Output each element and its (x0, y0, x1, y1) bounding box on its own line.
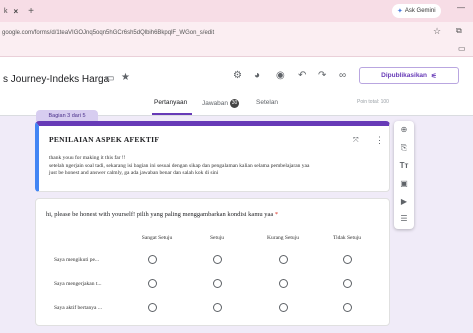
grid-radio[interactable] (148, 303, 157, 312)
grid-radio[interactable] (279, 279, 288, 288)
publish-button[interactable]: Dipublikasikan ⚟ (359, 67, 459, 84)
active-tab-indicator (152, 113, 192, 115)
url-text[interactable]: google.com/forms/d/1teaVIGOJnq5oqn5hGCr6… (0, 30, 214, 36)
gemini-spark-icon: ✦ (397, 8, 403, 15)
ask-gemini-label: Ask Gemini (404, 8, 436, 14)
redo-icon[interactable]: ↷ (318, 70, 326, 81)
grid-radio[interactable] (343, 279, 352, 288)
close-tab-icon[interactable]: × (14, 7, 19, 16)
section-indicator: Bagian 3 dari 5 (36, 110, 98, 121)
collapse-section-icon[interactable]: ⤧ (353, 137, 359, 145)
grid-column-header: Kurang Setuju (267, 235, 299, 241)
address-bar[interactable]: google.com/forms/d/1teaVIGOJnq5oqn5hGCr6… (0, 22, 473, 43)
section-description[interactable]: thank youu for making it this far !! set… (49, 155, 389, 178)
palette-icon[interactable]: ◕ (254, 70, 260, 81)
add-title-icon[interactable]: Tт (394, 161, 414, 170)
add-video-icon[interactable]: ▶ (394, 197, 414, 206)
grid-row-label: Saya aktif bertanya ... (54, 305, 102, 311)
grid-radio[interactable] (213, 279, 222, 288)
minimize-window-button[interactable]: — (457, 3, 465, 12)
tab-responses[interactable]: Jawaban 30 (202, 99, 240, 108)
new-tab-button[interactable]: + (28, 6, 34, 17)
add-image-icon[interactable]: ▣ (394, 179, 414, 188)
question-text: hi, please be honest with yourself! pili… (46, 211, 274, 218)
publish-label: Dipublikasikan (381, 72, 428, 79)
grid-column-header: Tidak Setuju (332, 235, 362, 241)
tab-settings[interactable]: Setelan (256, 99, 278, 106)
question-title[interactable]: hi, please be honest with yourself! pili… (46, 211, 278, 218)
grid-radio[interactable] (343, 255, 352, 264)
link-icon[interactable]: ∞ (339, 70, 346, 81)
grid-radio[interactable] (279, 303, 288, 312)
add-section-icon[interactable]: ☰ (394, 214, 414, 223)
extensions-icon[interactable]: ⧉ (456, 26, 462, 36)
bookmark-folder-icon[interactable]: ▭ (458, 44, 466, 53)
bookmark-star-icon[interactable]: ☆ (433, 26, 441, 37)
preview-eye-icon[interactable]: ◉ (276, 70, 285, 81)
section-header-card[interactable]: PENILAIAN ASPEK AFEKTIF ⤧ ⋮ thank youu f… (35, 121, 390, 192)
section-description-line: just be honest and answer calmly, ga ada… (49, 170, 219, 176)
grid-column-header: Sangat Setuju (141, 235, 173, 241)
section-description-line: thank youu for making it this far !! (49, 155, 126, 161)
grid-radio[interactable] (148, 279, 157, 288)
grid-radio[interactable] (213, 255, 222, 264)
points-total: Poin total: 100 (357, 99, 389, 105)
import-questions-icon[interactable]: ⎘ (394, 143, 414, 153)
grid-radio[interactable] (343, 303, 352, 312)
grid-row-label: Saya mengerjakan t... (54, 281, 102, 287)
grid-radio[interactable] (148, 255, 157, 264)
star-icon[interactable]: ★ (121, 72, 130, 83)
grid-radio[interactable] (213, 303, 222, 312)
publish-settings-icon: ⚟ (431, 72, 437, 80)
forms-header: s Journey-Indeks Harga ▭ ★ ⚙ ◕ ◉ ↶ ↷ ∞ D… (0, 57, 473, 116)
add-question-icon[interactable]: ⊕ (394, 125, 414, 134)
section-description-line: setelah ngerjain soal tadi, sekarang isi… (49, 162, 310, 169)
question-toolbar: ⊕ ⎘ Tт ▣ ▶ ☰ (394, 121, 414, 229)
question-card[interactable]: hi, please be honest with yourself! pili… (35, 198, 390, 326)
responses-count-badge: 30 (230, 99, 240, 108)
tab-questions[interactable]: Pertanyaan (154, 99, 187, 106)
more-options-icon[interactable]: ⋮ (375, 135, 384, 146)
ask-gemini-button[interactable]: ✦ Ask Gemini (392, 4, 441, 18)
browser-tab-title: k (4, 7, 8, 15)
required-asterisk: * (274, 211, 279, 218)
bookmarks-bar: ▭ (0, 43, 473, 57)
grid-row-label: Saya mengikuti pe... (54, 257, 100, 263)
section-title[interactable]: PENILAIAN ASPEK AFEKTIF (49, 135, 159, 144)
tab-responses-label: Jawaban (202, 100, 229, 108)
form-title[interactable]: s Journey-Indeks Harga (3, 74, 109, 85)
folder-icon[interactable]: ▭ (105, 73, 114, 84)
grid-column-header: Setuju (209, 235, 225, 241)
addon-icon[interactable]: ⚙ (233, 70, 242, 81)
browser-tab[interactable]: k × (0, 0, 22, 22)
grid-radio[interactable] (279, 255, 288, 264)
undo-icon[interactable]: ↶ (298, 70, 306, 81)
